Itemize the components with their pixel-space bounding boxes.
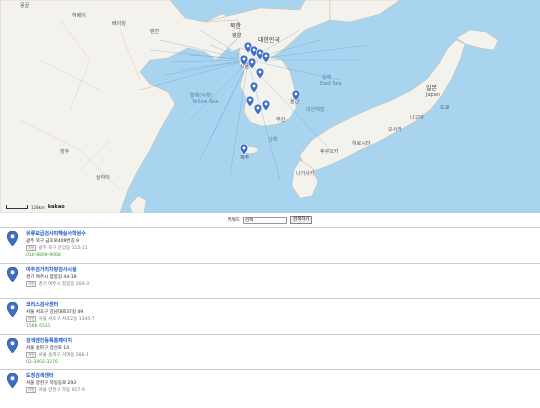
- map-label: 장쑤: [60, 149, 70, 155]
- map-label: 후쿠오카: [320, 149, 339, 155]
- map-pin-icon[interactable]: [254, 104, 262, 115]
- result-item[interactable]: 도청검색센터서울 양천구 목동동로 293 지번 서울 양천구 목동 917-9: [0, 370, 540, 408]
- map-label: 톈진: [150, 29, 160, 35]
- jibun-address: 경기 여주시 점봉동 204-3: [38, 281, 89, 287]
- result-phone: 010-8809-9068: [26, 253, 61, 258]
- jibun-tag: 지번: [26, 280, 37, 287]
- map-pin-icon[interactable]: [6, 266, 19, 282]
- map-label: 몽골: [20, 3, 30, 9]
- result-address: 광주 북구 금호로409번길 9: [26, 239, 80, 244]
- map-view[interactable]: 허베이 몽골 톈진 베이징 북한 평양 대한민국 서울 황해(서해) Yello…: [0, 0, 540, 213]
- result-item[interactable]: 검색엔진등록홈페이지 서울 송파구 양산로 14 지번 서울 송파구 거여동 286-…: [0, 335, 540, 373]
- jibun-tag: 지번: [26, 387, 37, 393]
- map-pin-icon[interactable]: [256, 68, 264, 79]
- map-scale: 128km kakao: [6, 204, 65, 210]
- search-button[interactable]: 검색하기: [289, 216, 313, 224]
- map-label: East Sea: [320, 81, 342, 87]
- result-jibun: 지번 경기 여주시 점봉동 204-3: [26, 280, 89, 287]
- map-label: 제주: [240, 155, 250, 161]
- result-item[interactable]: 유류보급검사피해실사학원수광주 북구 금호로409번길 9 지번 광주 북구 운암동…: [0, 228, 540, 266]
- result-item[interactable]: 코리스검사센터서울 서초구 강남대로37길 49 지번 서울 서초구 서초2동 13…: [0, 299, 540, 337]
- map-pin-icon[interactable]: [246, 96, 254, 107]
- map-label: 북한: [230, 23, 242, 30]
- jibun-address: 광주 북구 운암동 115-11: [38, 246, 88, 251]
- map-pin-icon[interactable]: [262, 52, 270, 63]
- result-address: 서울 송파구 양산로 14: [26, 345, 70, 351]
- result-phone: 02-3402-3276: [26, 359, 58, 365]
- map-pin-icon[interactable]: [6, 230, 19, 247]
- map-label: 남해: [268, 137, 278, 143]
- map-pin-icon[interactable]: [250, 82, 258, 93]
- scale-text: 128km: [31, 204, 45, 210]
- map-pin-icon[interactable]: [6, 337, 19, 353]
- map-pin-icon[interactable]: [6, 372, 19, 389]
- map-label: Yellow Sea: [192, 99, 219, 105]
- map-label: 부산: [276, 117, 286, 123]
- map-pin-icon[interactable]: [240, 55, 248, 66]
- map-pin-icon[interactable]: [6, 301, 19, 318]
- jibun-tag: 지번: [26, 245, 37, 251]
- map-pin-icon[interactable]: [240, 144, 248, 155]
- map-pin-icon[interactable]: [262, 100, 270, 111]
- map-label: 허베이: [72, 13, 86, 19]
- search-input[interactable]: [242, 216, 287, 224]
- result-name[interactable]: 유류보급검사피해실사학원수: [26, 230, 86, 237]
- map-label: 상하이: [96, 175, 110, 181]
- map-pin-icon[interactable]: [292, 90, 300, 101]
- map-label: 히로시마: [352, 141, 371, 147]
- map-pin-icon[interactable]: [248, 58, 256, 69]
- map-label: Japan: [426, 92, 440, 98]
- jibun-address: 서울 서초구 서초2동 1345-7: [38, 317, 95, 322]
- map-label: 베이징: [112, 21, 126, 27]
- result-jibun: 지번 서울 서초구 서초2동 1345-7: [26, 316, 95, 322]
- result-name[interactable]: 도청검색센터: [26, 372, 54, 379]
- map-label: 나고야: [410, 115, 424, 121]
- map-label: 대한민국: [258, 37, 281, 44]
- map-label: 도쿄: [440, 105, 450, 111]
- jibun-address: 서울 양천구 목동 917-9: [38, 388, 85, 393]
- kakao-logo: kakao: [47, 204, 65, 210]
- map-label: 나가사키: [296, 171, 315, 177]
- result-name[interactable]: 코리스검사센터: [26, 301, 58, 308]
- map-label: 평양: [232, 33, 242, 39]
- jibun-tag: 지번: [26, 316, 37, 322]
- result-jibun: 지번 서울 양천구 목동 917-9: [26, 387, 85, 393]
- result-address: 경기 여주시 점봉길 44-19: [26, 274, 77, 280]
- result-jibun: 지번 광주 북구 운암동 115-11: [26, 245, 88, 251]
- result-name[interactable]: 검색엔진등록홈페이지: [26, 337, 72, 344]
- result-name[interactable]: 여주검거리차량검사시설: [26, 266, 77, 273]
- result-jibun: 지번 서울 송파구 거여동 286-1: [26, 351, 89, 358]
- map-label: 대한해협: [306, 107, 325, 113]
- map-label: 오사카: [388, 127, 402, 133]
- jibun-address: 서울 송파구 거여동 286-1: [38, 352, 89, 358]
- search-bar: 키워드 검색하기: [0, 214, 540, 226]
- result-phone: 1566-5531: [26, 324, 51, 329]
- map-base: [0, 0, 499, 213]
- scale-bar: [6, 205, 28, 209]
- result-address: 서울 서초구 강남대로37길 49: [26, 310, 84, 315]
- jibun-tag: 지번: [26, 351, 37, 358]
- result-address: 서울 양천구 목동동로 293: [26, 381, 77, 386]
- result-item[interactable]: 여주검거리차량검사시설 경기 여주시 점봉길 44-19 지번 경기 여주시 점봉동 …: [0, 264, 540, 302]
- search-label: 키워드: [227, 218, 240, 223]
